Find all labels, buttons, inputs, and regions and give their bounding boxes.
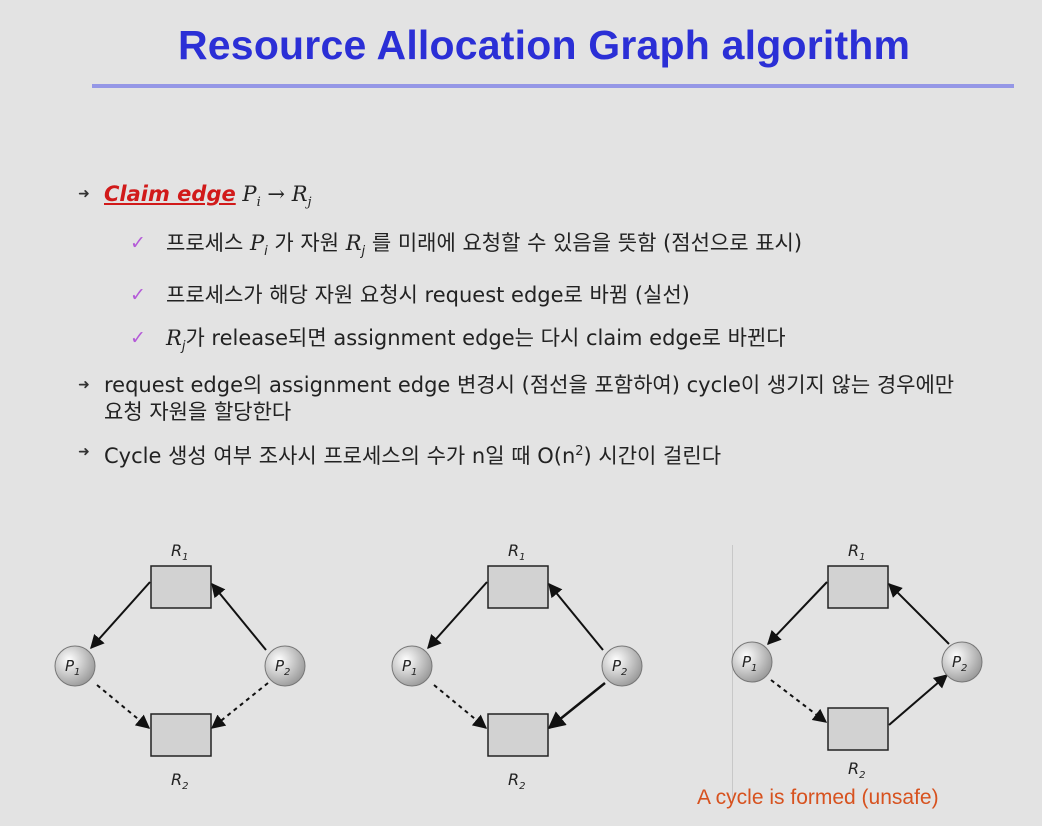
graph-2: R1 R2 P1 P2 — [391, 541, 643, 792]
process-p2 — [941, 641, 983, 683]
title-underline — [92, 84, 1014, 88]
edge-p1-r2 — [770, 679, 828, 723]
edge-p2-r2 — [210, 682, 269, 729]
resource-r1 — [487, 565, 549, 609]
edge-p1-r2 — [433, 684, 488, 729]
bullet-arrow-icon: ➜ — [78, 444, 90, 460]
claim-edge-label: Claim edge — [104, 182, 236, 206]
resource-r2 — [827, 707, 889, 751]
resource-r1 — [827, 565, 889, 609]
process-p1 — [391, 645, 433, 687]
graph-1: R1 R2 P1 P2 — [54, 541, 306, 792]
claim-edge-formula: Pi → Rj — [242, 182, 312, 210]
slide-title: Resource Allocation Graph algorithm — [178, 22, 911, 68]
label-r1: R1 — [171, 541, 189, 563]
process-p1 — [731, 641, 773, 683]
sub-bullet-3: ✓ Rj가 release되면 assignment edge는 다시 clai… — [130, 326, 786, 354]
label-r2: R2 — [171, 770, 189, 792]
edge-r2-p2 — [888, 674, 949, 726]
label-r2: R2 — [508, 770, 526, 792]
label-r2: R2 — [848, 759, 866, 781]
edge-p2-r2 — [547, 682, 606, 730]
label-r1: R1 — [508, 541, 526, 563]
process-p1 — [54, 645, 96, 687]
edge-r1-p1 — [427, 581, 488, 650]
resource-r2 — [487, 713, 549, 757]
sub-bullet-1: ✓ 프로세스 Pi 가 자원 Rj 를 미래에 요청할 수 있음을 뜻함 (점선… — [130, 231, 803, 259]
bullet-cycle: ➜ Cycle 생성 여부 조사시 프로세스의 수가 n일 때 O(n2) 시간… — [74, 438, 994, 470]
edge-r1-p1 — [90, 581, 151, 650]
edge-p2-r1 — [211, 582, 267, 651]
sub-bullet-2: ✓ 프로세스가 해당 자원 요청시 request edge로 바뀜 (실선) — [130, 283, 690, 307]
edge-r1-p1 — [767, 581, 828, 646]
cycle-caption: A cycle is formed (unsafe) — [697, 786, 939, 809]
edge-p1-r2 — [96, 684, 151, 729]
checkmark-icon: ✓ — [130, 232, 146, 254]
edge-p2-r1 — [548, 582, 604, 651]
checkmark-icon: ✓ — [130, 284, 146, 306]
edge-p2-r1 — [888, 583, 950, 645]
bullet-list: ➜ Claim edge Pi → Rj ✓ 프로세스 Pi 가 자원 Rj 를… — [74, 180, 994, 478]
checkmark-icon: ✓ — [130, 327, 146, 349]
graph-3: R1 R2 P1 P2 — [731, 541, 983, 781]
bullet-claim-edge: ➜ Claim edge Pi → Rj — [74, 180, 994, 217]
bullet-arrow-icon: ➜ — [78, 377, 90, 393]
process-p2 — [601, 645, 643, 687]
resource-r1 — [150, 565, 212, 609]
bullet-request-edge: ➜ request edge의 assignment edge 변경시 (점선을… — [74, 372, 974, 426]
label-r1: R1 — [848, 541, 866, 563]
resource-r2 — [150, 713, 212, 757]
bullet-arrow-icon: ➜ — [78, 186, 90, 202]
process-p2 — [264, 645, 306, 687]
